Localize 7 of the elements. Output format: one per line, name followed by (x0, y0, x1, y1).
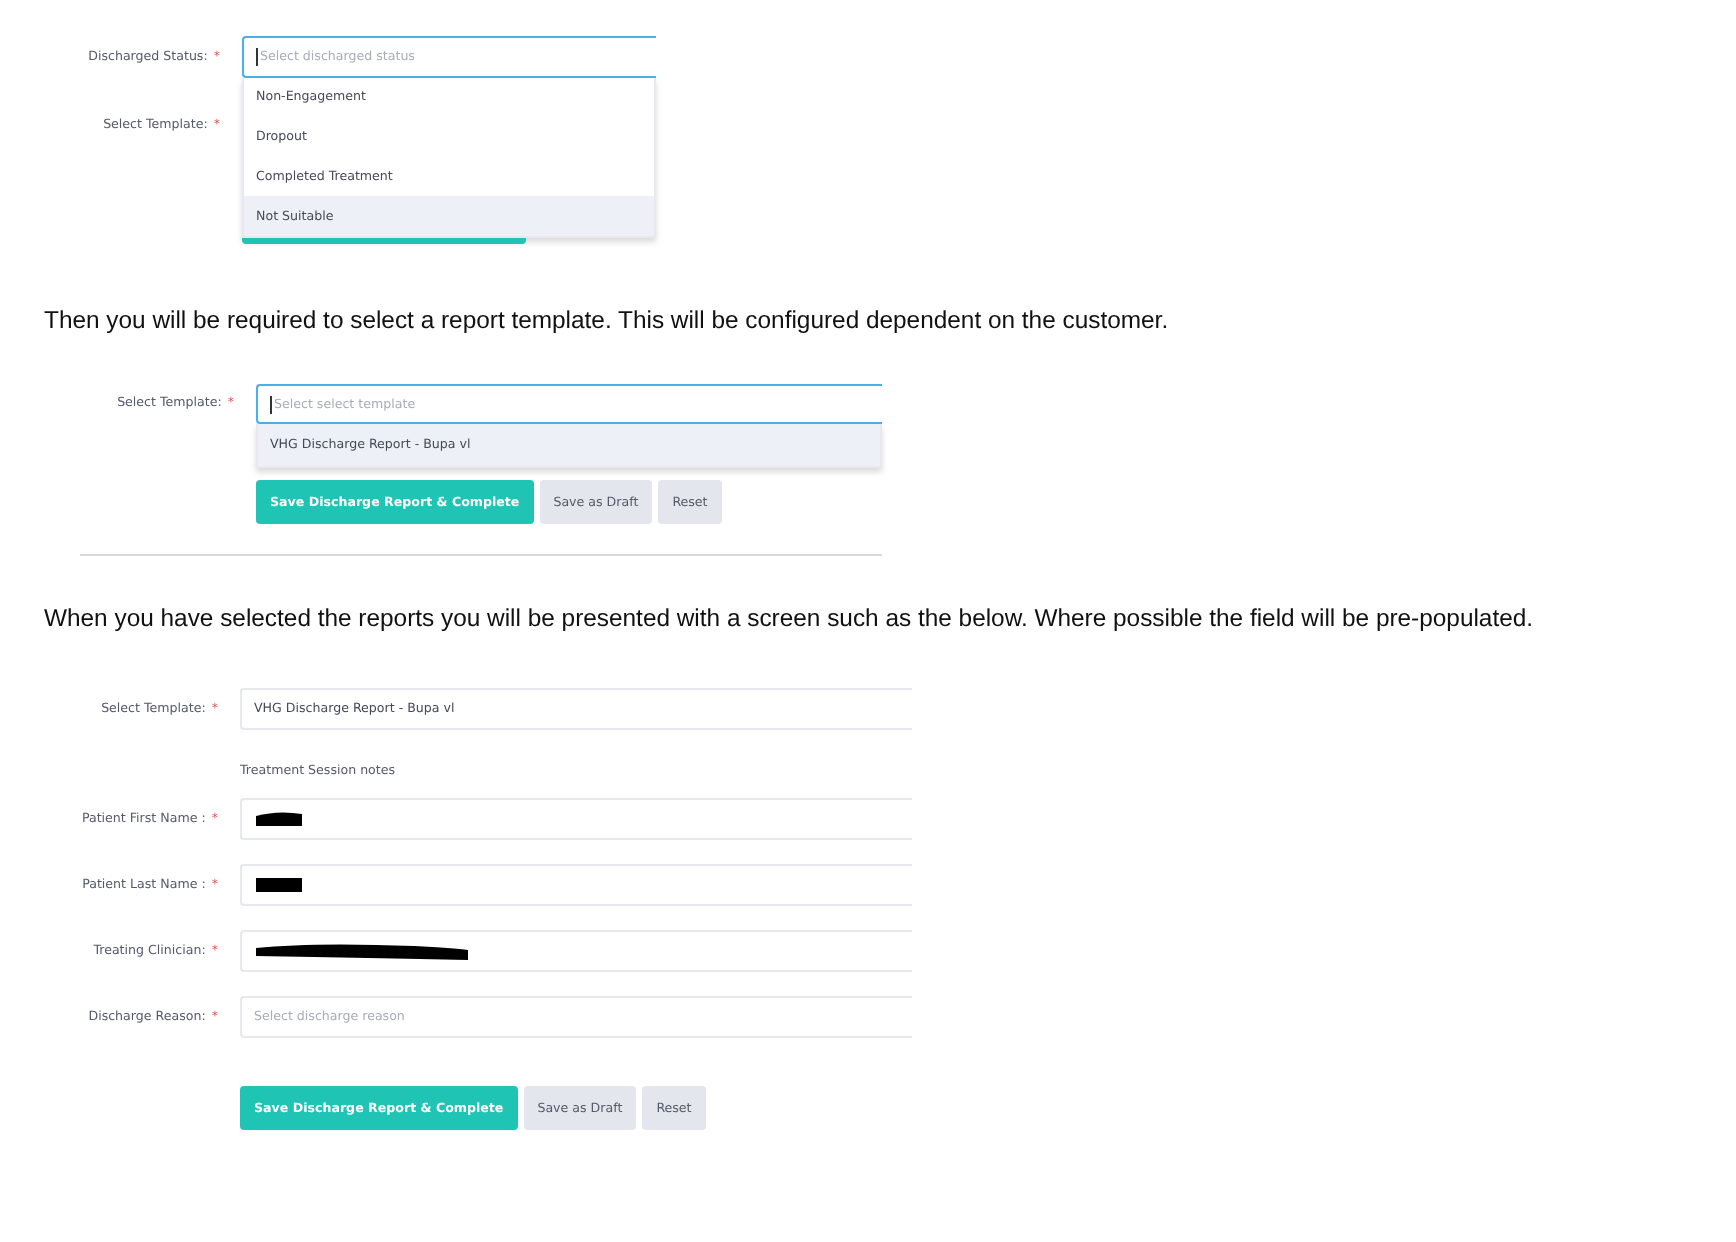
text-field[interactable] (240, 864, 912, 906)
instruction-text: When you have selected the reports you will be presented with a screen such as the below. Where possible the field will be pre-populated. (44, 604, 1536, 632)
redaction-mark (254, 875, 304, 895)
text-field[interactable] (240, 798, 912, 840)
instruction-text: Then you will be required to select a report template. This will be configured dependent on the customer. (44, 306, 1171, 334)
redaction-mark (254, 809, 304, 829)
text-field[interactable] (240, 930, 912, 972)
